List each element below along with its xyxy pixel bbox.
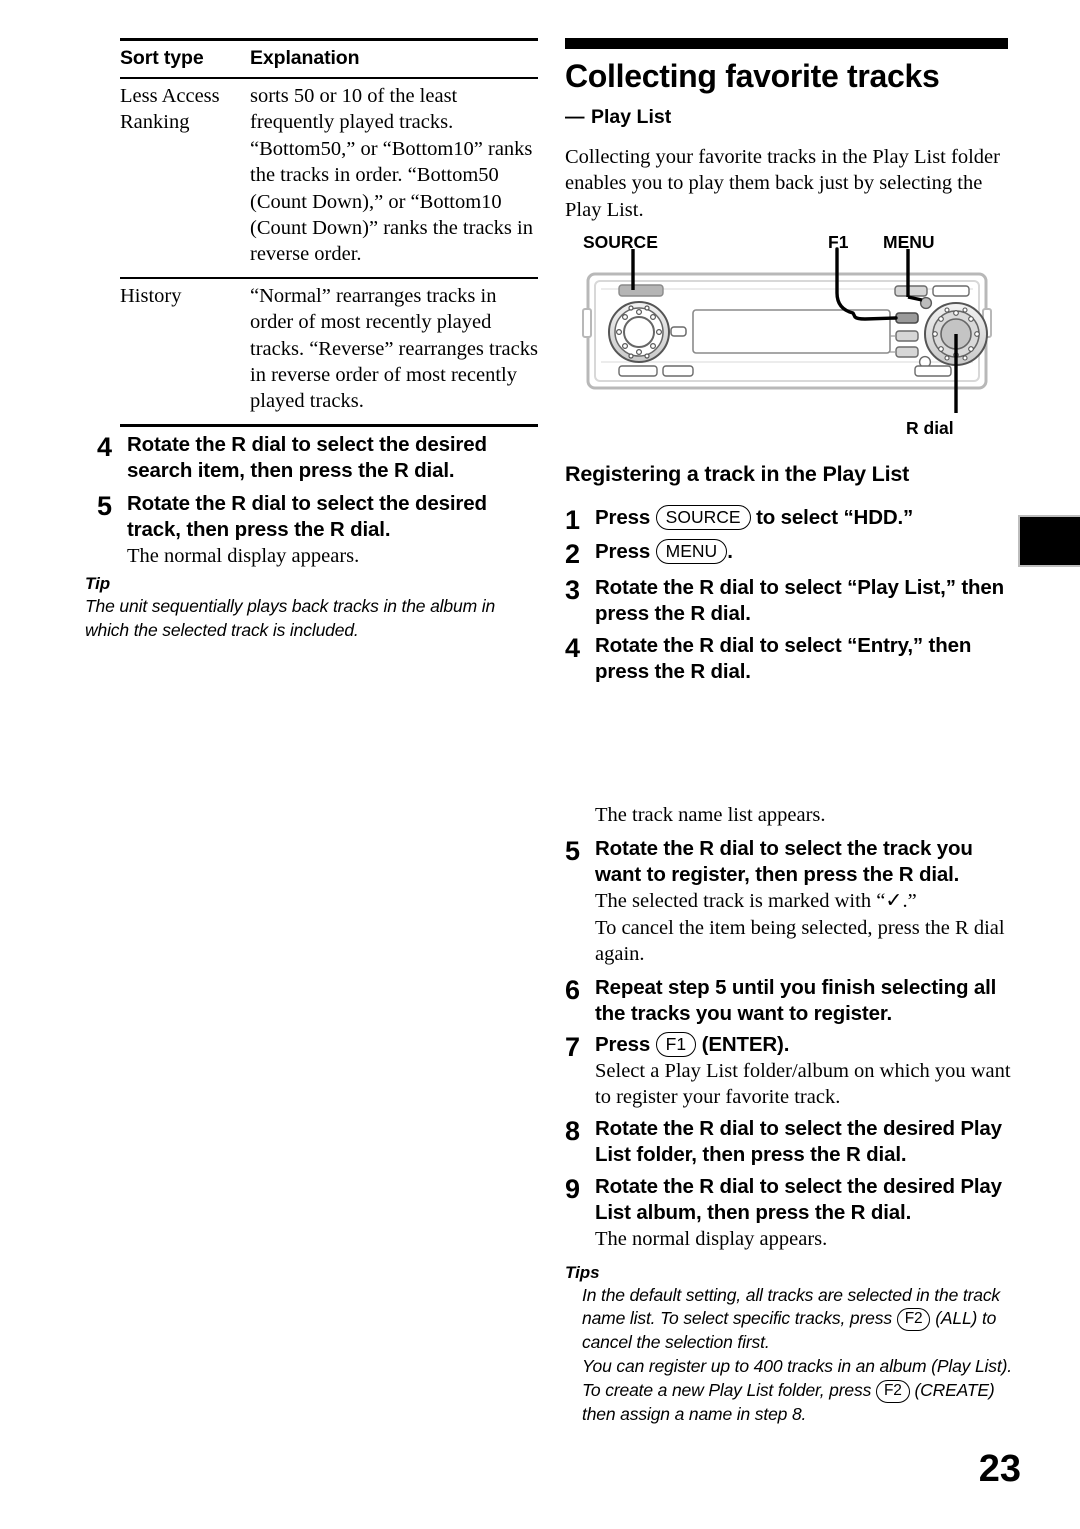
step-description: The normal display appears. [595,1228,828,1251]
step-title: Rotate the R dial to select “Entry,” the… [595,634,972,683]
tips-heading: Tips [565,1262,600,1282]
left-tip-block: Tip The unit sequentially plays back tra… [85,572,540,642]
figure-placeholder-gap [565,687,1015,802]
step-item: 5 Rotate the R dial to select the track … [565,836,1015,967]
menu-button-pill[interactable]: MENU [655,539,728,564]
step-title: Rotate the R dial to select the desired … [595,1117,1002,1167]
after-step4-note: The track name list appears. [595,804,826,826]
step-text-pre: Press [595,1032,656,1056]
step-item: 3 Rotate the R dial to select “Play List… [565,575,1015,627]
step-item: 2 Press MENU. [565,539,1015,569]
tip-heading: Tip [85,574,111,593]
step-title: Rotate the R dial to select the desired … [127,492,487,541]
step-item: 4 Rotate the R dial to select the desire… [97,432,540,484]
step-description: Select a Play List folder/album on which… [595,1059,1011,1109]
step-text-pre: Press [595,506,656,529]
step-title: Rotate the R dial to select “Play List,”… [595,576,1005,625]
step-number: 2 [565,539,581,569]
right-column: Collecting favorite tracks — Play List Co… [565,0,1015,1529]
step-title: Repeat step 5 until you finish selecting… [595,975,997,1025]
step-number: 4 [565,633,581,663]
step-title: Rotate the R dial to select the track yo… [595,837,973,887]
f2-button-pill[interactable]: F2 [896,1308,931,1332]
step-description-line2: To cancel the item being selected, press… [595,916,1005,966]
step-item: 5 Rotate the R dial to select the desire… [97,491,540,569]
step-description-line1: The selected track is marked with “✓.” [595,890,917,913]
manual-page: Sort type Explanation Less Access Rankin… [0,0,1080,1529]
section-title: Registering a track in the Play List [565,462,910,486]
device-diagram: SOURCE F1 MENU R dial [565,231,1015,446]
table-cell-explanation: sorts 50 or 10 of the least frequently p… [250,85,533,266]
tip-text: The unit sequentially plays back tracks … [85,596,496,640]
diagram-label-menu: MENU [883,232,935,252]
step-title: Rotate the R dial to select the desired … [595,1175,1002,1225]
page-subtitle-label: Play List [591,106,672,128]
em-dash-icon: — [565,106,585,128]
car-stereo-illustration [582,247,992,413]
table-cell-sort-type: Less Access Ranking [120,85,220,134]
step-text-pre: Press [595,540,656,563]
step-text-post: to select “HDD.” [750,506,914,529]
step-item: 9 Rotate the R dial to select the desire… [565,1174,1015,1252]
step-item: 1 Press SOURCE to select “HDD.” [565,505,1015,535]
left-steps-group: 4 Rotate the R dial to select the desire… [97,432,540,571]
registering-section: Registering a track in the Play List 1 P… [565,460,1015,1426]
step-number: 7 [565,1031,581,1062]
step-number: 8 [565,1116,581,1147]
step-title: Rotate the R dial to select the desired … [127,433,487,482]
table-cell-sort-type: History [120,284,182,307]
step-item: 4 Rotate the R dial to select “Entry,” t… [565,633,1015,685]
diagram-label-rdial: R dial [906,418,954,438]
diagram-label-f1: F1 [828,232,849,252]
step-title: Press MENU. [595,539,1015,565]
step-number: 4 [97,432,113,462]
page-subtitle: — Play List [565,104,1008,130]
f2-button-pill[interactable]: F2 [875,1379,910,1403]
intro-paragraph: Collecting your favorite tracks in the P… [565,146,1000,221]
table-header-explanation: Explanation [250,47,360,69]
step-number: 9 [565,1174,581,1205]
step-number: 1 [565,505,581,535]
tips-item: In the default setting, all tracks are s… [582,1284,1015,1355]
step-item: 6 Repeat step 5 until you finish selecti… [565,975,1015,1027]
step-number: 5 [97,491,113,521]
step-text-post: (ENTER). [696,1032,790,1056]
section-header: Collecting favorite tracks — Play List Co… [565,38,1008,223]
step-item: 7 Press F1 (ENTER). Select a Play List f… [565,1031,1015,1111]
table-header-sort-type: Sort type [120,47,204,69]
step-title: Press SOURCE to select “HDD.” [595,505,1015,531]
table-header-row: Sort type Explanation [120,41,538,77]
title-bar-rule [565,38,1008,49]
step-description: The normal display appears. [127,545,360,567]
page-edge-tab-marker [1018,515,1080,567]
table-cell-explanation: “Normal” rearranges tracks in order of m… [250,284,538,413]
tips-item: You can register up to 400 tracks in an … [582,1355,1015,1426]
step-text-post: . [727,540,733,563]
diagram-label-source: SOURCE [583,232,658,252]
table-row: Less Access Ranking sorts 50 or 10 of th… [120,79,538,277]
page-title: Collecting favorite tracks [565,58,940,94]
step-item: 8 Rotate the R dial to select the desire… [565,1116,1015,1168]
page-number: 23 [978,1448,1021,1490]
source-button-pill[interactable]: SOURCE [655,505,751,530]
sort-type-table: Sort type Explanation Less Access Rankin… [120,38,538,427]
step-number: 6 [565,974,581,1005]
right-tips-block: Tips In the default setting, all tracks … [565,1261,1015,1426]
f1-button-pill[interactable]: F1 [655,1031,697,1057]
step-title: Press F1 (ENTER). [595,1031,1015,1058]
left-column: Sort type Explanation Less Access Rankin… [85,0,540,1529]
step-number: 5 [565,836,581,867]
right-steps-group-1: 1 Press SOURCE to select “HDD.” 2 Press … [565,505,1015,1253]
table-bottom-rule [120,423,538,427]
table-row: History “Normal” rearranges tracks in or… [120,279,538,424]
step-number: 3 [565,575,581,605]
